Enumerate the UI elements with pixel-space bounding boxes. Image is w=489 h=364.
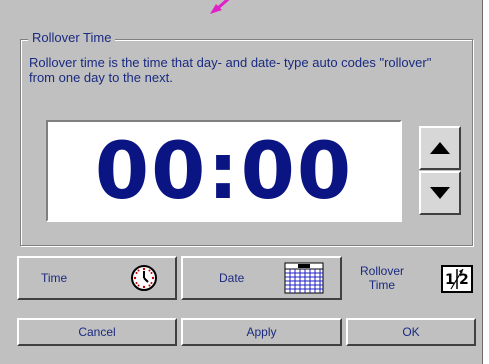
- tab-date-label: Date: [219, 271, 245, 285]
- time-display: 00:00: [46, 120, 402, 222]
- rollover-dialog: Rollover Time Rollover time is the time …: [0, 0, 483, 364]
- decrement-button[interactable]: [419, 171, 461, 215]
- tab-time[interactable]: Time: [17, 256, 177, 300]
- tab-rollover-label: Rollover Time: [359, 264, 404, 292]
- triangle-up-icon: [430, 142, 450, 154]
- group-description: Rollover time is the time that day- and …: [29, 55, 432, 85]
- rollover-icon: 1 2: [441, 265, 473, 298]
- calendar-icon: [284, 262, 324, 299]
- triangle-down-icon: [430, 187, 450, 199]
- apply-button[interactable]: Apply: [181, 318, 342, 346]
- increment-button[interactable]: [419, 126, 461, 170]
- cancel-button[interactable]: Cancel: [17, 318, 177, 346]
- time-value: 00:00: [94, 127, 354, 217]
- tab-rollover-time[interactable]: Rollover Time 1 2: [346, 256, 480, 300]
- clock-icon: [130, 264, 158, 297]
- group-title: Rollover Time: [28, 30, 116, 45]
- pointer-arrow-icon: [210, 0, 236, 18]
- svg-text:2: 2: [459, 272, 469, 288]
- tab-time-label: Time: [41, 271, 68, 285]
- ok-button[interactable]: OK: [346, 318, 476, 346]
- tab-date[interactable]: Date: [181, 256, 342, 300]
